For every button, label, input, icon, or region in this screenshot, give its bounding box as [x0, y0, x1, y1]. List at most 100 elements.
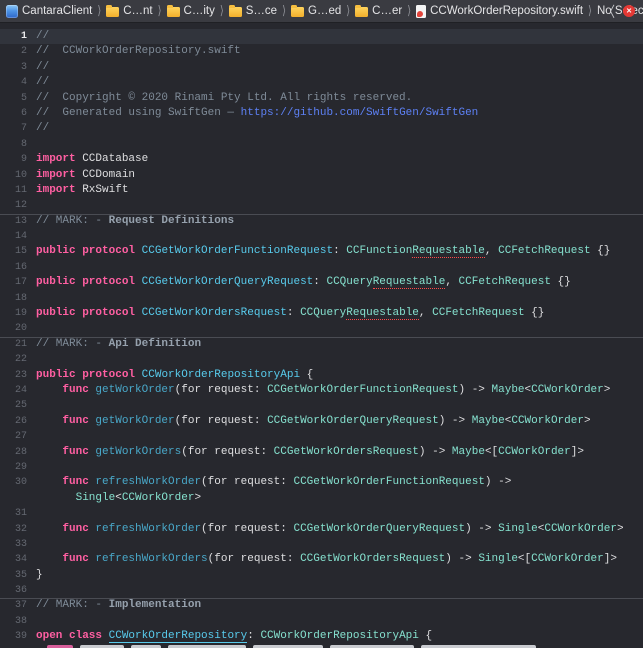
line-number[interactable]: 13	[0, 214, 27, 229]
breadcrumb-item-s-ce[interactable]: S…ce	[229, 5, 277, 17]
code-line[interactable]: 26 func getWorkOrder(for request: CCGetW…	[0, 414, 643, 429]
code-line[interactable]: 28 func getWorkOrders(for request: CCGet…	[0, 445, 643, 460]
code-line[interactable]: 17public protocol CCGetWorkOrderQueryReq…	[0, 275, 643, 290]
code-line[interactable]: 8	[0, 137, 643, 152]
code-line[interactable]: 23public protocol CCWorkOrderRepositoryA…	[0, 368, 643, 383]
breadcrumb-item-c-ity[interactable]: C…ity	[167, 5, 215, 17]
code-line[interactable]: 13 // MARK: - Request Definitions	[0, 214, 643, 229]
line-number[interactable]: 15	[0, 244, 27, 259]
code-line[interactable]: 32 func refreshWorkOrder(for request: CC…	[0, 522, 643, 537]
line-number[interactable]: 21	[0, 337, 27, 352]
line-number[interactable]: 3	[0, 60, 27, 75]
breadcrumb-item-g-ed[interactable]: G…ed	[291, 5, 341, 17]
folder-icon	[167, 7, 180, 17]
breadcrumb-item-ccworkorderrepository-swift[interactable]: CCWorkOrderRepository.swift	[416, 5, 583, 18]
line-number[interactable]: 7	[0, 121, 27, 136]
line-number[interactable]: 23	[0, 368, 27, 383]
line-number[interactable]: 1	[0, 29, 27, 44]
breadcrumb-item-c-nt[interactable]: C…nt	[106, 5, 152, 17]
line-number[interactable]: 36	[0, 583, 27, 598]
code-line[interactable]: 29	[0, 460, 643, 475]
code-text: public protocol CCGetWorkOrdersRequest: …	[36, 306, 544, 321]
code-line[interactable]: 7//	[0, 121, 643, 136]
line-number[interactable]: 38	[0, 614, 27, 629]
code-line[interactable]: 35}	[0, 568, 643, 583]
code-line[interactable]: 5// Copyright © 2020 Rinami Pty Ltd. All…	[0, 91, 643, 106]
code-line[interactable]: 31	[0, 506, 643, 521]
code-line[interactable]: 14	[0, 229, 643, 244]
code-line[interactable]: 6// Generated using SwiftGen — https://g…	[0, 106, 643, 121]
error-badge-icon[interactable]: ✕	[623, 5, 635, 17]
code-line[interactable]: 37// MARK: - Implementation	[0, 598, 643, 613]
code-line[interactable]: 18	[0, 291, 643, 306]
code-line[interactable]: 38	[0, 614, 643, 629]
code-lines: 1//2// CCWorkOrderRepository.swift3//4//…	[0, 29, 643, 645]
code-line[interactable]: 34 func refreshWorkOrders(for request: C…	[0, 552, 643, 567]
code-line[interactable]: Single<CCWorkOrder>	[0, 491, 643, 506]
code-line[interactable]: 16	[0, 260, 643, 275]
breadcrumb-separator-icon: ⟩	[153, 4, 167, 18]
line-number[interactable]: 14	[0, 229, 27, 244]
line-number[interactable]: 30	[0, 475, 27, 490]
code-line[interactable]: 12	[0, 198, 643, 213]
line-number[interactable]: 17	[0, 275, 27, 290]
line-number[interactable]: 18	[0, 291, 27, 306]
line-number[interactable]: 10	[0, 168, 27, 183]
line-number[interactable]: 32	[0, 522, 27, 537]
breadcrumb-separator-icon: ⟩	[402, 4, 416, 18]
line-number[interactable]: 4	[0, 75, 27, 90]
code-text: import RxSwift	[36, 183, 128, 198]
folder-icon	[291, 7, 304, 17]
line-number[interactable]: 31	[0, 506, 27, 521]
line-number[interactable]: 34	[0, 552, 27, 567]
line-number[interactable]: 11	[0, 183, 27, 198]
line-number[interactable]: 28	[0, 445, 27, 460]
code-line[interactable]: 3//	[0, 60, 643, 75]
line-number[interactable]: 35	[0, 568, 27, 583]
line-number[interactable]: 20	[0, 321, 27, 336]
line-number[interactable]: 39	[0, 629, 27, 644]
line-number[interactable]: 24	[0, 383, 27, 398]
code-line[interactable]: 4//	[0, 75, 643, 90]
line-number[interactable]	[0, 491, 27, 506]
code-line[interactable]: 33	[0, 537, 643, 552]
code-line[interactable]: 27	[0, 429, 643, 444]
code-text: func refreshWorkOrder(for request: CCGet…	[36, 522, 624, 537]
line-number[interactable]: 16	[0, 260, 27, 275]
code-line[interactable]: 19 public protocol CCGetWorkOrdersRequest…	[0, 306, 643, 321]
code-line[interactable]: 9import CCDatabase	[0, 152, 643, 167]
code-line[interactable]: 15public protocol CCGetWorkOrderFunction…	[0, 244, 643, 259]
code-line[interactable]: 2// CCWorkOrderRepository.swift	[0, 44, 643, 59]
line-number[interactable]: 19	[0, 306, 27, 321]
line-number[interactable]: 6	[0, 106, 27, 121]
code-line[interactable]: 10 import CCDomain	[0, 168, 643, 183]
line-number[interactable]: 8	[0, 137, 27, 152]
line-number[interactable]: 5	[0, 91, 27, 106]
line-number[interactable]: 26	[0, 414, 27, 429]
code-line[interactable]: 22	[0, 352, 643, 367]
line-number[interactable]: 22	[0, 352, 27, 367]
code-line[interactable]: 24 func getWorkOrder(for request: CCGetW…	[0, 383, 643, 398]
breadcrumb-item-c-er[interactable]: C…er	[355, 5, 402, 17]
line-number[interactable]: 2	[0, 44, 27, 59]
previous-issue-chevron-icon[interactable]: 〈	[603, 1, 615, 21]
line-number[interactable]: 33	[0, 537, 27, 552]
code-line[interactable]: 21// MARK: - Api Definition	[0, 337, 643, 352]
code-line[interactable]: 1//	[0, 29, 643, 44]
line-number[interactable]: 25	[0, 398, 27, 413]
line-number[interactable]: 37	[0, 598, 27, 613]
code-text: // MARK: - Request Definitions	[36, 214, 234, 229]
line-number[interactable]: 29	[0, 460, 27, 475]
code-line[interactable]: 36	[0, 583, 643, 598]
code-text: import CCDomain	[36, 168, 135, 183]
code-line[interactable]: 11 import RxSwift	[0, 183, 643, 198]
code-editor[interactable]: 1//2// CCWorkOrderRepository.swift3//4//…	[0, 23, 643, 648]
line-number[interactable]: 27	[0, 429, 27, 444]
breadcrumb-item-cantaraclient[interactable]: CantaraClient	[6, 5, 92, 18]
line-number[interactable]: 9	[0, 152, 27, 167]
code-line[interactable]: 39open class CCWorkOrderRepository: CCWo…	[0, 629, 643, 644]
code-line[interactable]: 20	[0, 321, 643, 336]
code-line[interactable]: 30 func refreshWorkOrder(for request: CC…	[0, 475, 643, 490]
line-number[interactable]: 12	[0, 198, 27, 213]
code-line[interactable]: 25	[0, 398, 643, 413]
